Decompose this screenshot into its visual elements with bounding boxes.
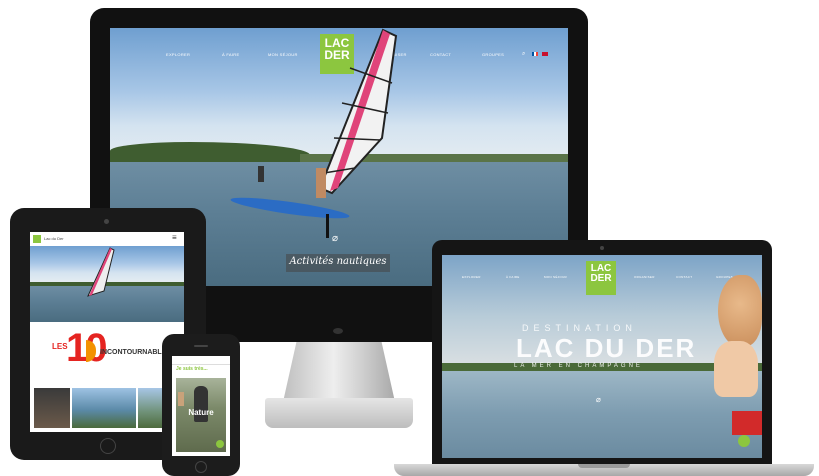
next-button[interactable]: [216, 440, 224, 448]
nature-card[interactable]: Nature: [176, 378, 226, 452]
tablet-header-label: Lac du Der: [44, 236, 64, 241]
incontournables-banner[interactable]: LES 10 INCONTOURNABLES: [30, 324, 184, 382]
nav-link-contact[interactable]: CONTACT: [430, 52, 451, 57]
laptop-notch: [578, 464, 630, 468]
nature-label: Nature: [188, 408, 214, 417]
phone-header: [172, 356, 230, 365]
tablet-screen: Lac du Der ≡ LES 10 INCONTOURNABLES: [30, 232, 184, 432]
activity-caption[interactable]: Activités nautiques: [286, 256, 390, 267]
destination-label: DESTINATION: [522, 323, 637, 333]
laptop-scroll-icon[interactable]: ⌀: [596, 395, 601, 404]
laptop-logo-bottom: DER: [590, 273, 612, 284]
tablet-sail-illustration: [87, 247, 115, 297]
laptop-logo[interactable]: LAC DER: [586, 261, 616, 295]
laptop-nav-explorer[interactable]: EXPLORER: [462, 275, 481, 279]
windsurf-sail-illustration: [230, 28, 398, 238]
tablet-camera: [104, 219, 109, 224]
laptop-chat-button[interactable]: [738, 435, 750, 447]
laptop-camera: [600, 246, 604, 250]
laptop-nav-a-faire[interactable]: À FAIRE: [506, 275, 520, 279]
nav-link-groupes[interactable]: GROUPES: [482, 52, 504, 57]
laptop-nav-contact[interactable]: CONTACT: [676, 275, 692, 279]
hero-title: LAC DU DER: [516, 333, 697, 363]
side-figure: [178, 392, 184, 406]
phone-header-text: Je suis très...: [176, 366, 208, 372]
imac-stand-neck: [283, 342, 395, 402]
phone-speaker: [194, 345, 208, 347]
tablet-home-button[interactable]: [100, 438, 116, 454]
child-foreground: [712, 275, 762, 458]
imac-stand-base: [265, 398, 413, 428]
imac-logo-dot: [333, 328, 343, 334]
scroll-indicator-icon[interactable]: ⌀: [332, 233, 338, 244]
hamburger-menu-icon[interactable]: ≡: [172, 233, 177, 242]
child-shirt: [732, 411, 762, 435]
flag-fr-icon[interactable]: [532, 52, 538, 56]
tablet-header: Lac du Der ≡: [30, 232, 184, 246]
incontournables-label: INCONTOURNABLES: [100, 349, 172, 356]
laptop-nav-organiser[interactable]: ORGANISER: [634, 275, 655, 279]
caption-box: Activités nautiques: [286, 254, 390, 272]
thumbnail-museum[interactable]: [34, 388, 70, 428]
hero-subtitle: LA MER EN CHAMPAGNE: [514, 363, 643, 369]
nav-link-explorer[interactable]: EXPLORER: [166, 52, 190, 57]
distant-windsurfer: [258, 166, 264, 182]
search-icon[interactable]: ⌕: [522, 51, 525, 58]
child-face: [714, 341, 758, 397]
phone-screen: Je suis très... Nature: [172, 356, 230, 456]
laptop-screen: EXPLORER À FAIRE MON SÉJOUR ORGANISER CO…: [442, 255, 762, 458]
thumbnail-lake[interactable]: [72, 388, 136, 428]
tablet-logo[interactable]: [33, 235, 41, 243]
laptop-nav-mon-sejour[interactable]: MON SÉJOUR: [544, 275, 567, 279]
child-hair: [718, 275, 762, 347]
phone-home-button[interactable]: [195, 461, 207, 473]
flag-en-icon[interactable]: [542, 52, 548, 56]
